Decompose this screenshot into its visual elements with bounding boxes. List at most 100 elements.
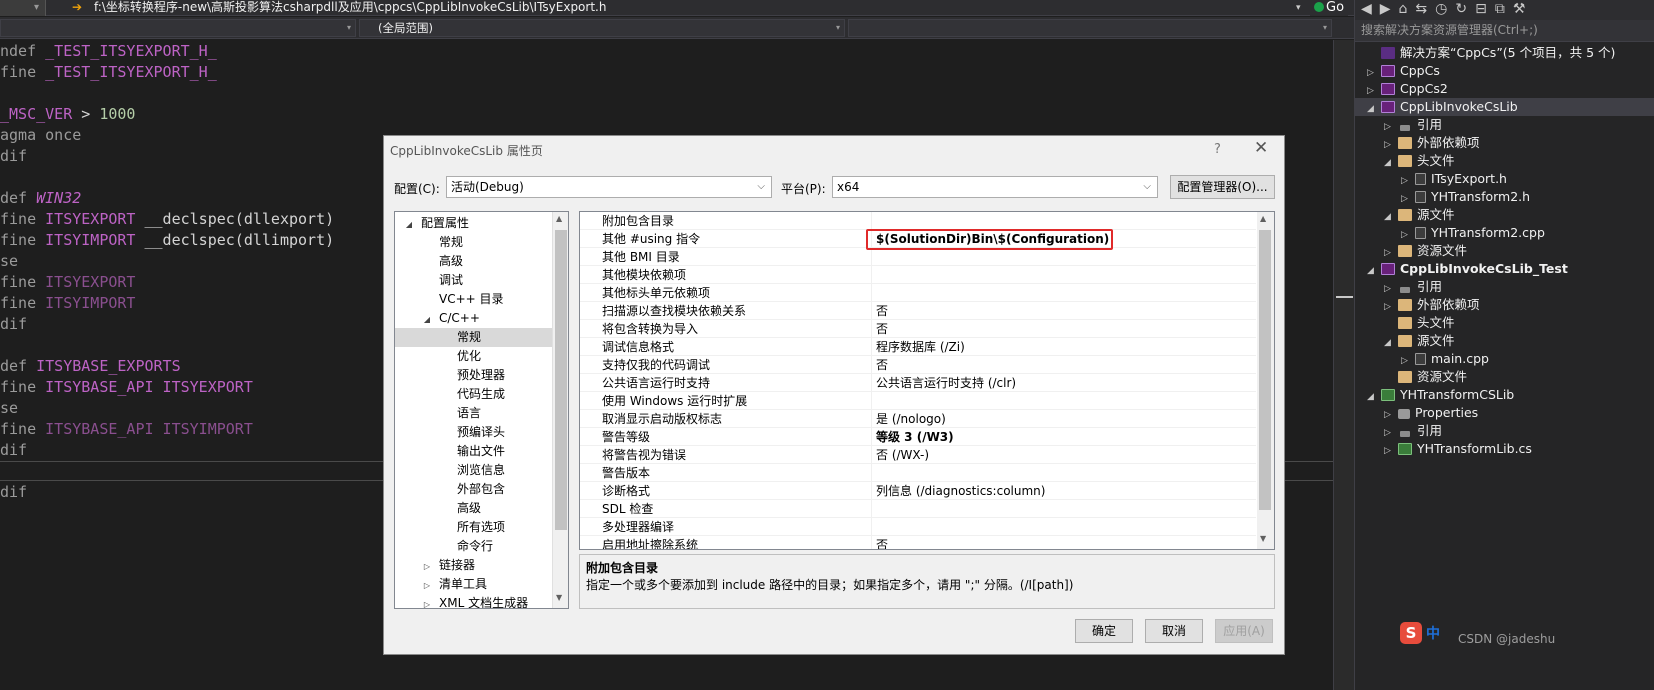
- property-value[interactable]: [874, 392, 1254, 410]
- solution-tree-item[interactable]: ◢ CppLibInvokeCsLib: [1355, 98, 1654, 116]
- code-line[interactable]: ndef _TEST_ITSYEXPORT_H_: [0, 41, 217, 62]
- property-value[interactable]: 等级 3 (/W3): [874, 428, 1254, 446]
- category-tree-item[interactable]: 调试: [395, 271, 555, 290]
- cancel-button[interactable]: 取消: [1145, 619, 1203, 643]
- code-line[interactable]: dif: [0, 482, 27, 503]
- category-tree-item[interactable]: 代码生成: [395, 385, 555, 404]
- solution-tree-item[interactable]: ▷ 资源文件: [1355, 242, 1654, 260]
- code-line[interactable]: fine ITSYEXPORT: [0, 272, 135, 293]
- solution-tree-item[interactable]: ▷ ITsyExport.h: [1355, 170, 1654, 188]
- property-row[interactable]: 附加包含目录: [580, 212, 1256, 230]
- code-line[interactable]: def ITSYBASE_EXPORTS: [0, 356, 181, 377]
- project-scope-dropdown[interactable]: ▾: [0, 19, 356, 37]
- property-row[interactable]: 其他 BMI 目录: [580, 248, 1256, 266]
- scroll-down-icon[interactable]: ▼: [1260, 534, 1266, 543]
- solution-tree-item[interactable]: ▷ 外部依赖项: [1355, 296, 1654, 314]
- platform-dropdown[interactable]: x64 ⌵: [832, 176, 1158, 198]
- close-button[interactable]: ✕: [1254, 138, 1268, 158]
- scroll-thumb[interactable]: [555, 230, 567, 530]
- scroll-down-icon[interactable]: ▼: [556, 593, 562, 602]
- property-value[interactable]: 程序数据库 (/Zi): [874, 338, 1254, 356]
- category-tree-item[interactable]: 语言: [395, 404, 555, 423]
- category-tree-item[interactable]: 常规: [395, 233, 555, 252]
- solution-tree-item[interactable]: ▷ YHTransformLib.cs: [1355, 440, 1654, 458]
- property-value[interactable]: [874, 464, 1254, 482]
- editor-scrollbar[interactable]: [1333, 40, 1354, 690]
- category-tree-item[interactable]: 外部包含: [395, 480, 555, 499]
- category-tree-item[interactable]: 所有选项: [395, 518, 555, 537]
- code-line[interactable]: se: [0, 398, 18, 419]
- solution-tree-item[interactable]: ▷ main.cpp: [1355, 350, 1654, 368]
- code-line[interactable]: _MSC_VER > 1000: [0, 104, 135, 125]
- expand-toggle-icon[interactable]: ◢: [421, 310, 433, 329]
- solution-tree-item[interactable]: 头文件: [1355, 314, 1654, 332]
- property-row[interactable]: 扫描源以查找模块依赖关系否: [580, 302, 1256, 320]
- solution-tree-item[interactable]: 资源文件: [1355, 368, 1654, 386]
- property-row[interactable]: 将警告视为错误否 (/WX-): [580, 446, 1256, 464]
- category-tree-item[interactable]: 常规: [395, 328, 555, 347]
- property-value[interactable]: 否: [874, 302, 1254, 320]
- property-value[interactable]: [874, 284, 1254, 302]
- property-row[interactable]: 将包含转换为导入否: [580, 320, 1256, 338]
- solution-tree-item[interactable]: ▷ CppCs2: [1355, 80, 1654, 98]
- solution-tree-item[interactable]: ▷ YHTransform2.cpp: [1355, 224, 1654, 242]
- member-scope-dropdown[interactable]: ▾: [848, 19, 1332, 37]
- solution-tree-item[interactable]: ◢ 源文件: [1355, 206, 1654, 224]
- category-tree-item[interactable]: 高级: [395, 252, 555, 271]
- solution-tree-item[interactable]: ▷ YHTransform2.h: [1355, 188, 1654, 206]
- scroll-up-icon[interactable]: ▲: [556, 214, 562, 223]
- category-tree-item[interactable]: 浏览信息: [395, 461, 555, 480]
- code-line[interactable]: agma once: [0, 125, 81, 146]
- ok-button[interactable]: 确定: [1075, 619, 1133, 643]
- property-row[interactable]: 警告等级 等级 3 (/W3): [580, 428, 1256, 446]
- category-tree-item[interactable]: 预处理器: [395, 366, 555, 385]
- property-value[interactable]: 否 (/WX-): [874, 446, 1254, 464]
- property-row[interactable]: 多处理器编译: [580, 518, 1256, 536]
- solution-tree-item[interactable]: ◢ YHTransformCSLib: [1355, 386, 1654, 404]
- code-line[interactable]: fine ITSYIMPORT: [0, 293, 135, 314]
- property-value[interactable]: 列信息 (/diagnostics:column): [874, 482, 1254, 500]
- solution-tree-item[interactable]: 解决方案“CppCs”(5 个项目，共 5 个): [1355, 44, 1654, 62]
- tree-scrollbar[interactable]: ▲ ▼: [552, 212, 568, 608]
- expand-toggle-icon[interactable]: ▷: [421, 595, 433, 608]
- category-tree-item[interactable]: ◢ C/C++: [395, 309, 555, 328]
- property-row[interactable]: 其他模块依赖项: [580, 266, 1256, 284]
- property-row[interactable]: SDL 检查: [580, 500, 1256, 518]
- code-line[interactable]: dif: [0, 146, 27, 167]
- solution-tree-item[interactable]: ◢ 头文件: [1355, 152, 1654, 170]
- code-line[interactable]: dif: [0, 440, 27, 461]
- solution-tree-item[interactable]: ◢ CppLibInvokeCsLib_Test: [1355, 260, 1654, 278]
- solution-tree-item[interactable]: ▷ 外部依赖项: [1355, 134, 1654, 152]
- property-value[interactable]: 否: [874, 320, 1254, 338]
- expand-toggle-icon[interactable]: ▷: [421, 576, 433, 595]
- solution-tree-item[interactable]: ▷ 引用: [1355, 422, 1654, 440]
- config-manager-button[interactable]: 配置管理器(O)...: [1170, 175, 1275, 199]
- solution-explorer-search[interactable]: 搜索解决方案资源管理器(Ctrl+;): [1355, 20, 1654, 42]
- solution-tree-item[interactable]: ▷ 引用: [1355, 278, 1654, 296]
- expand-toggle-icon[interactable]: ▷: [421, 557, 433, 576]
- property-row[interactable]: 警告版本: [580, 464, 1256, 482]
- global-scope-dropdown[interactable]: (全局范围) ▾: [359, 19, 845, 37]
- apply-button[interactable]: 应用(A): [1215, 619, 1273, 643]
- code-line[interactable]: fine ITSYIMPORT __declspec(dllimport): [0, 230, 334, 251]
- solution-tree-item[interactable]: ◢ 源文件: [1355, 332, 1654, 350]
- code-line[interactable]: fine ITSYEXPORT __declspec(dllexport): [0, 209, 334, 230]
- category-tree-item[interactable]: ▷ 链接器: [395, 556, 555, 575]
- code-line[interactable]: fine _TEST_ITSYEXPORT_H_: [0, 62, 217, 83]
- help-button[interactable]: ?: [1214, 142, 1221, 157]
- solution-tree-item[interactable]: ▷ 引用: [1355, 116, 1654, 134]
- property-value[interactable]: 否: [874, 536, 1254, 549]
- category-tree-item[interactable]: 高级: [395, 499, 555, 518]
- solution-tree-item[interactable]: ▷ Properties: [1355, 404, 1654, 422]
- property-row[interactable]: 使用 Windows 运行时扩展: [580, 392, 1256, 410]
- scroll-thumb[interactable]: [1259, 230, 1271, 510]
- config-dropdown[interactable]: 活动(Debug) ⌵: [446, 176, 772, 198]
- property-value[interactable]: [874, 500, 1254, 518]
- code-line[interactable]: se: [0, 251, 18, 272]
- property-value[interactable]: 公共语言运行时支持 (/clr): [874, 374, 1254, 392]
- property-row[interactable]: 调试信息格式 程序数据库 (/Zi): [580, 338, 1256, 356]
- category-tree-item[interactable]: 输出文件: [395, 442, 555, 461]
- scroll-up-icon[interactable]: ▲: [1260, 214, 1266, 223]
- category-tree-item[interactable]: VC++ 目录: [395, 290, 555, 309]
- property-value[interactable]: [874, 212, 1254, 230]
